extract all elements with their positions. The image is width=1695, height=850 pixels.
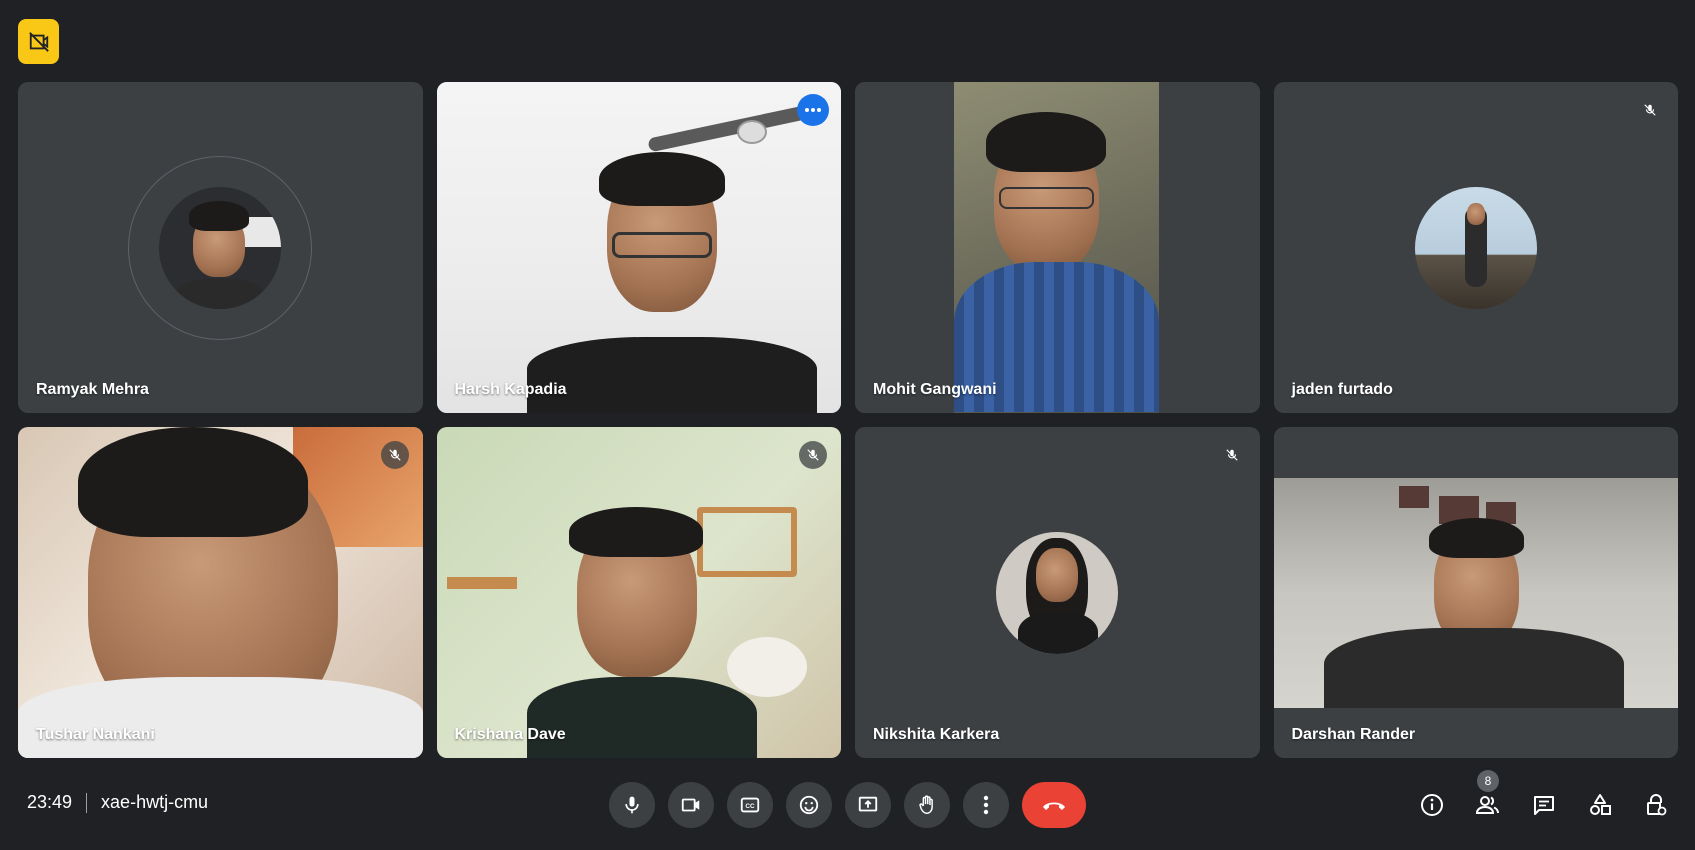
camera-button[interactable] [668,782,714,828]
video-off-badge[interactable] [18,19,59,64]
video-feed [436,427,841,758]
present-icon [858,796,878,812]
muted-indicator [1636,96,1664,124]
svg-text:CC: CC [745,803,755,810]
mic-off-icon [807,449,819,461]
participant-tile-nikshita-karkera[interactable]: Nikshita Karkera [855,427,1260,758]
video-feed [1273,478,1678,708]
video-feed [855,82,1260,413]
muted-indicator [380,441,409,469]
avatar [159,186,282,309]
meeting-details-button[interactable] [1409,782,1455,828]
participant-count-badge: 8 [1477,770,1499,792]
host-controls-icon [1647,794,1667,816]
participant-tile-ramyak-mehra[interactable]: Ramyak Mehra [18,82,423,413]
muted-indicator [799,441,827,469]
info-icon [1421,794,1443,816]
mic-button[interactable] [609,782,655,828]
participant-name: Tushar Nankani [36,726,155,743]
mic-off-icon [388,449,401,461]
video-feed [436,82,841,413]
activities-icon [1590,794,1611,815]
meeting-time: 23:49 [27,792,73,812]
meeting-code[interactable]: xae-hwtj-cmu [101,792,208,813]
present-button[interactable] [845,782,891,828]
participant-tile-krishana-dave[interactable]: Krishana Dave [436,427,841,758]
participant-name: Darshan Rander [1291,726,1416,743]
captions-button[interactable]: CC [727,782,773,828]
chat-icon [1534,796,1554,815]
side-controls: 8 [1409,770,1679,828]
more-options-button[interactable] [963,782,1009,828]
end-call-button[interactable] [1022,782,1086,828]
participant-tile-harsh-kapadia[interactable]: Harsh Kapadia [436,82,841,413]
people-icon [1475,796,1499,814]
participant-name: Ramyak Mehra [36,381,149,398]
end-call-icon [1043,802,1065,810]
call-controls: CC [609,782,1086,828]
avatar [1414,186,1537,309]
participant-tile-mohit-gangwani[interactable]: Mohit Gangwani [855,82,1260,413]
emoji-button[interactable] [786,782,832,828]
more-options-button[interactable] [797,94,829,126]
camera-icon [681,798,700,812]
host-controls-button[interactable] [1633,782,1679,828]
participant-name: jaden furtado [1291,381,1393,398]
more-options-icon [983,795,989,815]
avatar [996,531,1119,654]
participant-tile-darshan-rander[interactable]: Darshan Rander [1273,427,1678,758]
raise-hand-button[interactable] [904,782,950,828]
participant-name: Harsh Kapadia [454,381,567,398]
bottom-bar: 23:49 xae-hwtj-cmu CC 8 [0,770,1695,840]
participant-name: Mohit Gangwani [873,381,997,398]
captions-icon: CC [740,797,760,813]
emoji-icon [799,795,819,815]
video-feed [18,427,423,758]
activities-button[interactable] [1577,782,1623,828]
meeting-info: 23:49 xae-hwtj-cmu [27,792,208,813]
participant-grid: Ramyak Mehra Harsh Kapadia Mohit Gangwan… [18,82,1678,758]
mic-icon [625,796,639,814]
video-off-icon [28,31,49,52]
more-horizontal-icon [805,108,821,112]
participant-tile-tushar-nankani[interactable]: Tushar Nankani [18,427,423,758]
divider [86,792,88,813]
chat-button[interactable] [1521,782,1567,828]
participant-name: Nikshita Karkera [873,726,1000,743]
participant-name: Krishana Dave [454,726,566,743]
raise-hand-icon [919,795,933,814]
muted-indicator [1217,441,1246,469]
people-button[interactable]: 8 [1465,770,1511,828]
mic-off-icon [1225,449,1238,461]
participant-tile-jaden-furtado[interactable]: jaden furtado [1273,82,1678,413]
mic-off-icon [1644,104,1656,116]
